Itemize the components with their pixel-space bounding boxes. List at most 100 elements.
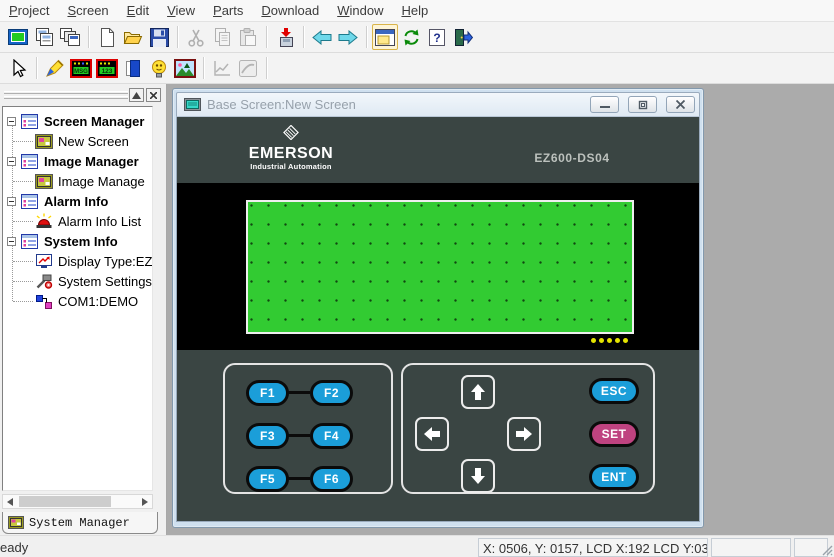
tree-item-image-manage[interactable]: Image Manage [3,171,152,191]
key-ent[interactable]: ENT [589,464,639,490]
expander-minus-icon[interactable] [7,237,16,246]
message-display-button[interactable]: MSG [68,55,94,81]
menu-parts[interactable]: Parts [204,1,252,20]
device-brand-subtitle: Industrial Automation [235,162,347,171]
forward-arrow-icon [338,30,358,45]
arrow-left-icon [422,424,442,444]
com-port-icon [35,293,53,309]
screen-editor-canvas[interactable]: EMERSON Industrial Automation EZ600-DS04 [176,116,700,522]
key-f2[interactable]: F2 [310,380,353,406]
toolbar-separator [177,26,178,48]
scroll-left-arrow-icon[interactable] [3,495,17,508]
select-tool-button[interactable] [5,55,31,81]
navigation-key-panel: ESC SET ENT [401,363,655,494]
screen-preview-button[interactable] [372,24,398,50]
key-arrow-left[interactable] [415,417,449,451]
triangle-up-icon [132,92,141,99]
key-arrow-down[interactable] [461,459,495,493]
folder-form-icon [21,154,39,169]
screen-icon [35,134,53,149]
window-title-bar[interactable]: Base Screen:New Screen [176,92,700,116]
expander-minus-icon[interactable] [7,197,16,206]
status-coordinates: X: 0506, Y: 0157, LCD X:192 LCD Y:037 [478,538,708,557]
resize-grip[interactable] [820,543,833,556]
status-bar: eady X: 0506, Y: 0157, LCD X:192 LCD Y:0… [0,535,834,557]
tree-item-new-screen[interactable]: New Screen [3,131,152,151]
save-icon [150,28,169,47]
menu-project[interactable]: Project [0,1,58,20]
tree-item-system-settings[interactable]: System Settings [3,271,152,291]
new-project-button[interactable] [94,24,120,50]
toolbar-separator [88,26,89,48]
led-dot [599,338,604,343]
panel-collapse-button[interactable] [129,88,144,102]
svg-text:MSG: MSG [74,69,88,75]
tree-item-system-info[interactable]: System Info [3,231,152,251]
copy-button [209,24,235,50]
base-screen-window[interactable]: Base Screen:New Screen [172,88,704,528]
screen-icon [8,516,24,529]
key-connector [287,477,310,480]
restore-button[interactable] [628,96,657,113]
register-button[interactable] [120,55,146,81]
register-book-icon [124,59,142,78]
lcd-design-grid[interactable] [246,200,634,334]
key-f4[interactable]: F4 [310,423,353,449]
refresh-icon [402,28,421,47]
back-button[interactable] [309,24,335,50]
expander-minus-icon[interactable] [7,157,16,166]
new-screen-button[interactable] [5,24,31,50]
tree-item-com1-demo[interactable]: COM1:DEMO [3,291,152,311]
tree-item-display-type[interactable]: Display Type:EZ6 [3,251,152,271]
panel-tab-row: System Manager [0,512,167,535]
tree-item-alarm-info-list[interactable]: Alarm Info List [3,211,152,231]
menu-edit[interactable]: Edit [118,1,158,20]
menu-download[interactable]: Download [252,1,328,20]
screen-list-button[interactable] [57,24,83,50]
help-button[interactable]: ? [424,24,450,50]
arrow-right-icon [514,424,534,444]
forward-button[interactable] [335,24,361,50]
key-arrow-right[interactable] [507,417,541,451]
cut-icon [187,28,205,47]
key-f5[interactable]: F5 [246,466,289,492]
refresh-button[interactable] [398,24,424,50]
text-tool-button[interactable] [42,55,68,81]
menu-view[interactable]: View [158,1,204,20]
tree-horizontal-scrollbar[interactable] [2,494,153,509]
expander-minus-icon[interactable] [7,117,16,126]
tab-system-manager[interactable]: System Manager [2,512,158,534]
panel-gripper[interactable] [4,91,128,101]
key-arrow-up[interactable] [461,375,495,409]
numeric-display-button[interactable]: 123 [94,55,120,81]
key-f1[interactable]: F1 [246,380,289,406]
curve-part-button [235,55,261,81]
scroll-right-arrow-icon[interactable] [138,495,152,508]
arrow-down-icon [468,466,488,486]
tree-item-screen-manager[interactable]: Screen Manager [3,111,152,131]
menu-screen[interactable]: Screen [58,1,117,20]
key-set[interactable]: SET [589,421,639,447]
tree-item-alarm-info[interactable]: Alarm Info [3,191,152,211]
menu-window[interactable]: Window [328,1,392,20]
panel-close-button[interactable] [146,88,161,102]
key-f6[interactable]: F6 [310,466,353,492]
open-project-button[interactable] [120,24,146,50]
menu-help[interactable]: Help [392,1,437,20]
minimize-button[interactable] [590,96,619,113]
exit-button[interactable] [450,24,476,50]
menu-bar: Project Screen Edit View Parts Download … [0,0,834,22]
save-project-button[interactable] [146,24,172,50]
image-part-button[interactable] [172,55,198,81]
key-esc[interactable]: ESC [589,378,639,404]
screen-preview-icon [375,29,395,46]
select-pointer-icon [9,59,27,78]
download-to-device-button[interactable] [272,24,298,50]
scrollbar-thumb[interactable] [19,496,111,507]
help-icon: ? [428,28,446,47]
copy-screen-button[interactable] [31,24,57,50]
tree-item-image-manager[interactable]: Image Manager [3,151,152,171]
key-f3[interactable]: F3 [246,423,289,449]
lamp-part-button[interactable] [146,55,172,81]
close-button[interactable] [666,96,695,113]
